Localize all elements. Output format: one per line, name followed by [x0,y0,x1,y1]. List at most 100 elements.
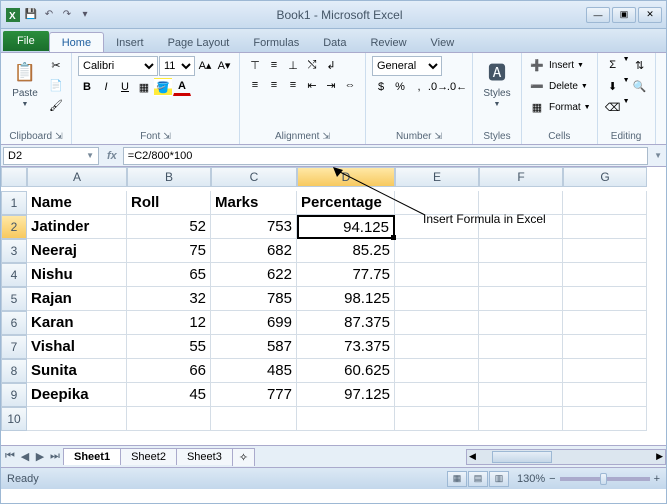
comma-icon[interactable]: , [410,78,428,96]
cell-D6[interactable]: 87.375 [297,311,395,335]
cell-D7[interactable]: 73.375 [297,335,395,359]
cell-F9[interactable] [479,383,563,407]
cell-F6[interactable] [479,311,563,335]
name-box[interactable]: D2 ▼ [3,147,99,165]
zoom-level[interactable]: 130% [517,473,545,485]
last-sheet-icon[interactable]: ⏭ [48,450,62,463]
cell-F4[interactable] [479,263,563,287]
cell-E10[interactable] [395,407,479,431]
format-cells-icon[interactable]: ▦ [528,98,546,116]
launcher-icon[interactable]: ⇲ [435,131,443,142]
row-header-5[interactable]: 5 [1,287,27,311]
maximize-button[interactable]: ▣ [612,7,636,23]
tab-insert[interactable]: Insert [104,33,156,52]
delete-cells-icon[interactable]: ➖ [528,77,546,95]
cell-A1[interactable]: Name [27,191,127,215]
launcher-icon[interactable]: ⇲ [163,131,171,142]
cell-A4[interactable]: Nishu [27,263,127,287]
cell-G9[interactable] [563,383,647,407]
orientation-icon[interactable]: ⤭ [303,56,321,74]
cell-E9[interactable] [395,383,479,407]
cell-F8[interactable] [479,359,563,383]
cell-C4[interactable]: 622 [211,263,297,287]
cell-B9[interactable]: 45 [127,383,211,407]
row-header-10[interactable]: 10 [1,407,27,431]
undo-icon[interactable]: ↶ [41,7,57,23]
cell-B4[interactable]: 65 [127,263,211,287]
cell-B6[interactable]: 12 [127,311,211,335]
align-center-icon[interactable]: ≡ [265,76,283,94]
formula-input[interactable]: =C2/800*100 [123,147,648,165]
cell-C10[interactable] [211,407,297,431]
col-header-B[interactable]: B [127,167,211,187]
cell-B3[interactable]: 75 [127,239,211,263]
cell-E4[interactable] [395,263,479,287]
sheet-tab-3[interactable]: Sheet3 [176,448,233,465]
increase-indent-icon[interactable]: ⇥ [322,76,340,94]
normal-view-icon[interactable]: ▦ [447,471,467,487]
italic-button[interactable]: I [97,78,115,96]
paste-button[interactable]: 📋 Paste ▼ [7,56,43,110]
cell-A10[interactable] [27,407,127,431]
row-header-3[interactable]: 3 [1,239,27,263]
tab-view[interactable]: View [419,33,467,52]
cell-C1[interactable]: Marks [211,191,297,215]
cell-G6[interactable] [563,311,647,335]
cell-C3[interactable]: 682 [211,239,297,263]
col-header-F[interactable]: F [479,167,563,187]
tab-page-layout[interactable]: Page Layout [156,33,242,52]
copy-icon[interactable]: 📄 [47,76,65,94]
redo-icon[interactable]: ↷ [59,7,75,23]
grow-font-icon[interactable]: A▴ [196,56,214,74]
percent-icon[interactable]: % [391,78,409,96]
cell-B7[interactable]: 55 [127,335,211,359]
cell-C9[interactable]: 777 [211,383,297,407]
page-break-view-icon[interactable]: ▥ [489,471,509,487]
col-header-E[interactable]: E [395,167,479,187]
zoom-in-icon[interactable]: + [654,473,660,485]
cell-C6[interactable]: 699 [211,311,297,335]
cell-D3[interactable]: 85.25 [297,239,395,263]
align-bottom-icon[interactable]: ⊥ [284,56,302,74]
fill-icon[interactable]: ⬇ [604,77,622,95]
border-icon[interactable]: ▦ [135,78,153,96]
cell-D8[interactable]: 60.625 [297,359,395,383]
cell-B5[interactable]: 32 [127,287,211,311]
cell-A6[interactable]: Karan [27,311,127,335]
styles-button[interactable]: 🅰 Styles ▼ [479,56,515,110]
close-button[interactable]: ✕ [638,7,662,23]
clear-icon[interactable]: ⌫ [604,98,622,116]
cell-G8[interactable] [563,359,647,383]
zoom-slider[interactable] [560,477,650,481]
shrink-font-icon[interactable]: A▾ [215,56,233,74]
tab-review[interactable]: Review [358,33,418,52]
font-name-combo[interactable]: Calibri [78,56,158,76]
tab-home[interactable]: Home [49,32,104,52]
decrease-decimal-icon[interactable]: .0← [448,78,466,96]
cell-F10[interactable] [479,407,563,431]
align-top-icon[interactable]: ⊤ [246,56,264,74]
scroll-thumb[interactable] [492,451,552,463]
number-format-combo[interactable]: General [372,56,442,76]
align-left-icon[interactable]: ≡ [246,76,264,94]
cell-A2[interactable]: Jatinder [27,215,127,239]
cell-G10[interactable] [563,407,647,431]
col-header-A[interactable]: A [27,167,127,187]
cell-G7[interactable] [563,335,647,359]
cell-G1[interactable] [563,191,647,215]
cell-E6[interactable] [395,311,479,335]
cell-A8[interactable]: Sunita [27,359,127,383]
zoom-out-icon[interactable]: − [549,473,555,485]
cell-C7[interactable]: 587 [211,335,297,359]
cell-E7[interactable] [395,335,479,359]
font-color-icon[interactable]: A [173,78,191,96]
autosum-icon[interactable]: Σ [604,56,622,74]
wrap-text-icon[interactable]: ↲ [322,56,340,74]
find-select-icon[interactable]: 🔍 [631,77,649,95]
col-header-C[interactable]: C [211,167,297,187]
cell-E8[interactable] [395,359,479,383]
page-layout-view-icon[interactable]: ▤ [468,471,488,487]
save-icon[interactable]: 💾 [23,7,39,23]
tab-file[interactable]: File [3,31,49,51]
align-right-icon[interactable]: ≡ [284,76,302,94]
